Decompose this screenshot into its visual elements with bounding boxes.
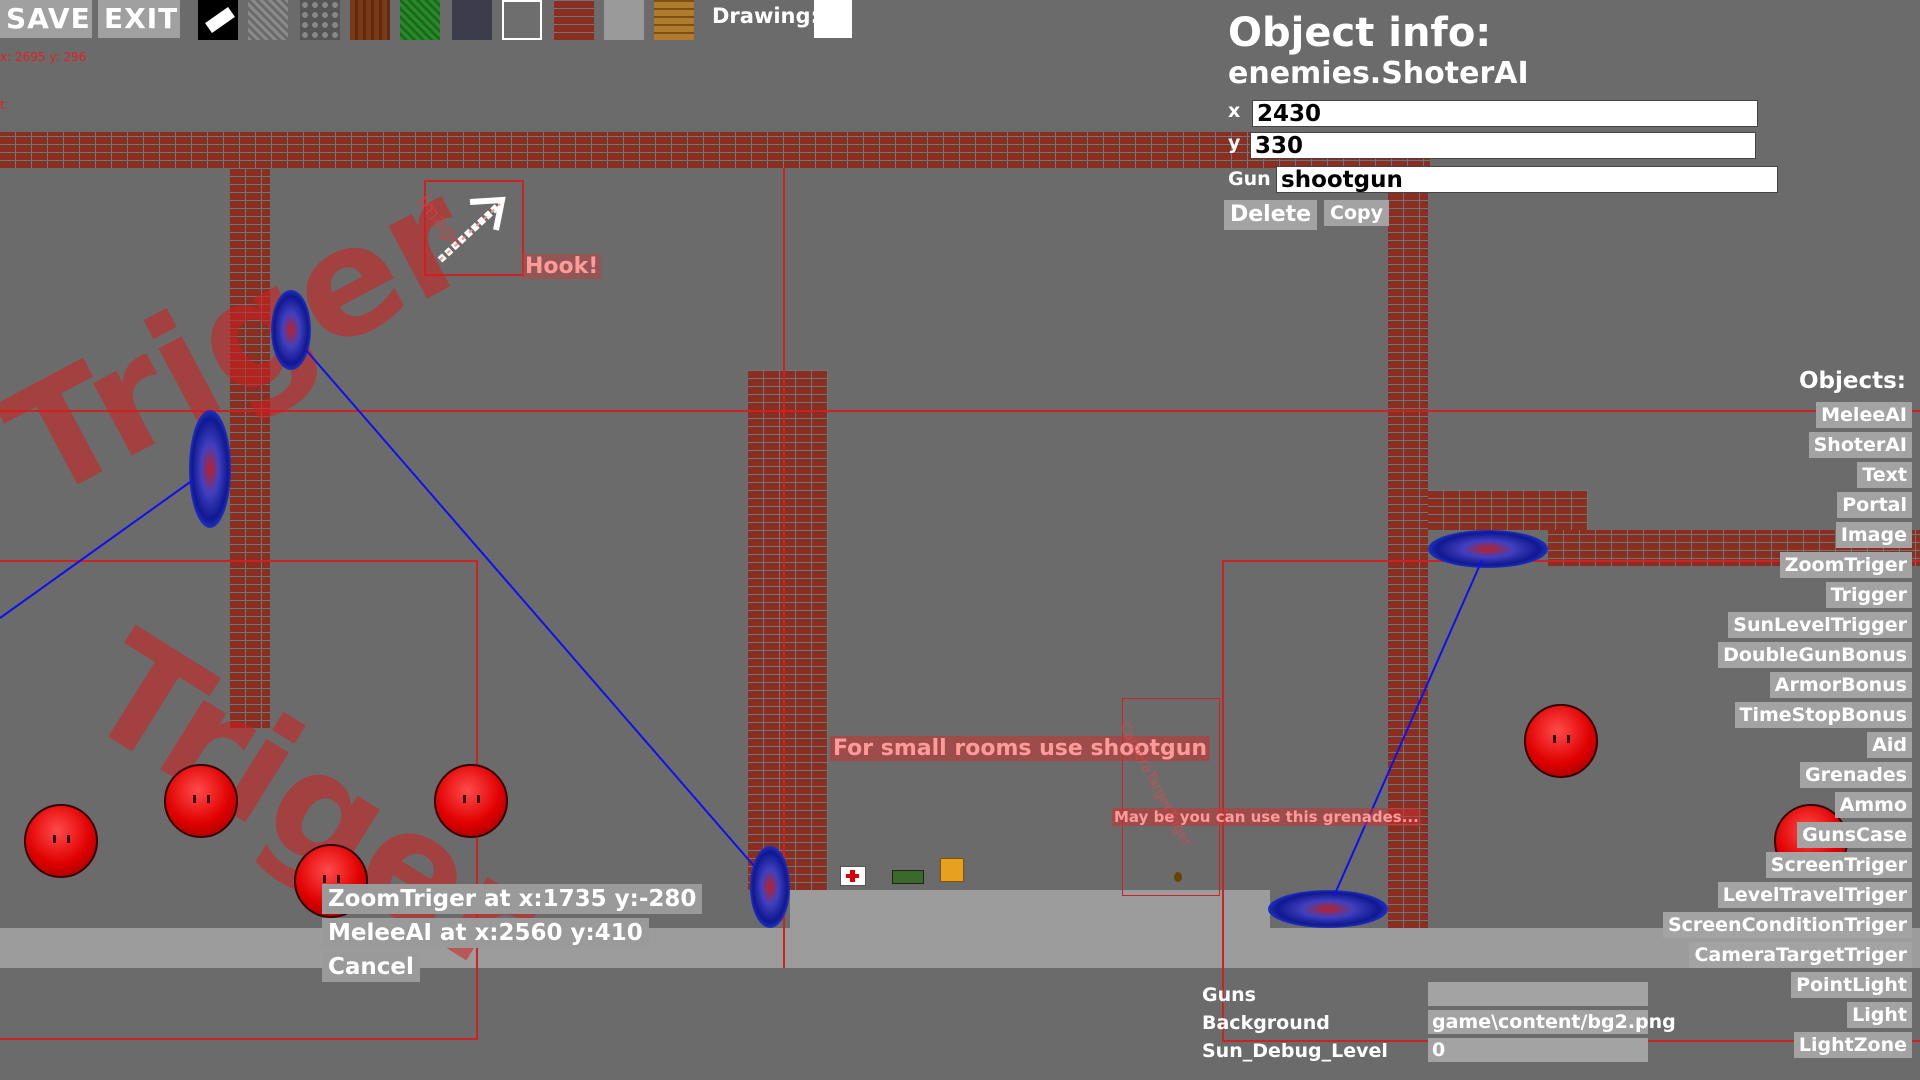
delete-button[interactable]: Delete	[1224, 200, 1318, 230]
debug-mark: t	[0, 98, 5, 112]
portal-links	[0, 349, 1483, 897]
metal-tile[interactable]	[604, 0, 644, 40]
object-info-title: Object info:	[1228, 10, 1492, 56]
guns-prop-field[interactable]	[1428, 982, 1648, 1006]
object-item-lightzone[interactable]: LightZone	[1793, 1032, 1912, 1058]
guns-case-icon[interactable]	[892, 870, 924, 884]
object-item-cameratargettriger[interactable]: CameraTargetTriger	[1689, 942, 1912, 968]
guns-prop-label: Guns	[1202, 984, 1256, 1006]
object-item-ammo[interactable]: Ammo	[1834, 792, 1912, 818]
x-field-label: x	[1228, 100, 1241, 122]
object-item-aid[interactable]: Aid	[1867, 732, 1912, 758]
copy-button[interactable]: Copy	[1324, 200, 1389, 226]
sun-debug-prop-label: Sun_Debug_Level	[1202, 1040, 1388, 1062]
drawing-label: Drawing:	[712, 4, 819, 28]
grenade-icon[interactable]	[1174, 872, 1182, 882]
grass-tile[interactable]	[400, 0, 440, 40]
portal-link-1-3	[305, 349, 755, 867]
y-field-label: y	[1228, 132, 1241, 154]
dark-tile[interactable]	[452, 0, 492, 40]
glass-tile[interactable]	[502, 0, 542, 40]
enemy-shooter-selected[interactable]	[1524, 704, 1598, 778]
exit-button[interactable]: EXIT	[98, 0, 180, 38]
object-item-pointlight[interactable]: PointLight	[1791, 972, 1912, 998]
context-cancel-button[interactable]: Cancel	[322, 952, 420, 982]
stone-tile[interactable]	[248, 0, 288, 40]
cobble-tile[interactable]	[300, 0, 340, 40]
eraser-tile[interactable]	[198, 0, 238, 40]
portal-link-4-5	[1333, 559, 1483, 897]
ammo-box-icon[interactable]	[940, 858, 964, 882]
object-item-zoomtriger[interactable]: ZoomTriger	[1779, 552, 1912, 578]
brick-tile[interactable]	[554, 0, 594, 40]
object-item-meleeai[interactable]: MeleeAI	[1816, 402, 1912, 428]
gun-field[interactable]: shootgun	[1276, 166, 1778, 193]
plank-tile[interactable]	[654, 0, 694, 40]
x-field[interactable]: 2430	[1252, 100, 1758, 127]
object-info-subtitle: enemies.ShoterAI	[1228, 56, 1529, 91]
object-item-image[interactable]: Image	[1835, 522, 1912, 548]
background-prop-label: Background	[1202, 1012, 1330, 1034]
enemy-melee-2[interactable]	[164, 764, 238, 838]
drawing-preview	[814, 0, 852, 38]
portal-link-2-left	[0, 479, 194, 619]
object-item-leveltraveltriger[interactable]: LevelTravelTriger	[1717, 882, 1912, 908]
object-item-timestopbonus[interactable]: TimeStopBonus	[1734, 702, 1912, 728]
grenade-hint-text: May be you can use this grenades...	[1112, 808, 1421, 826]
wood-tile[interactable]	[350, 0, 390, 40]
object-item-gunscase[interactable]: GunsCase	[1797, 822, 1912, 848]
enemy-melee-4[interactable]	[434, 764, 508, 838]
objects-panel-title: Objects:	[1798, 368, 1906, 394]
sun-debug-prop-field[interactable]: 0	[1428, 1038, 1648, 1062]
object-item-screenconditiontriger[interactable]: ScreenConditionTriger	[1662, 912, 1912, 938]
object-item-sunleveltrigger[interactable]: SunLevelTrigger	[1728, 612, 1912, 638]
context-item-meleeai[interactable]: MeleeAI at x:2560 y:410	[322, 918, 649, 948]
object-item-doublegunbonus[interactable]: DoubleGunBonus	[1718, 642, 1912, 668]
object-item-grenades[interactable]: Grenades	[1800, 762, 1912, 788]
object-item-text[interactable]: Text	[1857, 462, 1912, 488]
shotgun-hint-text: For small rooms use shootgun	[830, 736, 1211, 761]
gun-field-label: Gun	[1228, 168, 1271, 190]
cursor-coords: x: 2695 y: 296	[0, 50, 87, 64]
object-item-portal[interactable]: Portal	[1837, 492, 1912, 518]
background-prop-field[interactable]: game\content/bg2.png	[1428, 1010, 1676, 1034]
object-item-trigger[interactable]: Trigger	[1825, 582, 1912, 608]
object-item-light[interactable]: Light	[1847, 1002, 1912, 1028]
context-item-zoomtriger[interactable]: ZoomTriger at x:1735 y:-280	[322, 884, 703, 914]
aid-kit-icon[interactable]	[840, 866, 866, 886]
object-item-armorbonus[interactable]: ArmorBonus	[1769, 672, 1912, 698]
y-field[interactable]: 330	[1250, 132, 1756, 159]
save-button[interactable]: SAVE	[0, 0, 92, 38]
object-item-shoterai[interactable]: ShoterAI	[1808, 432, 1912, 458]
enemy-melee-1[interactable]	[24, 804, 98, 878]
object-item-screentriger[interactable]: ScreenTriger	[1765, 852, 1912, 878]
